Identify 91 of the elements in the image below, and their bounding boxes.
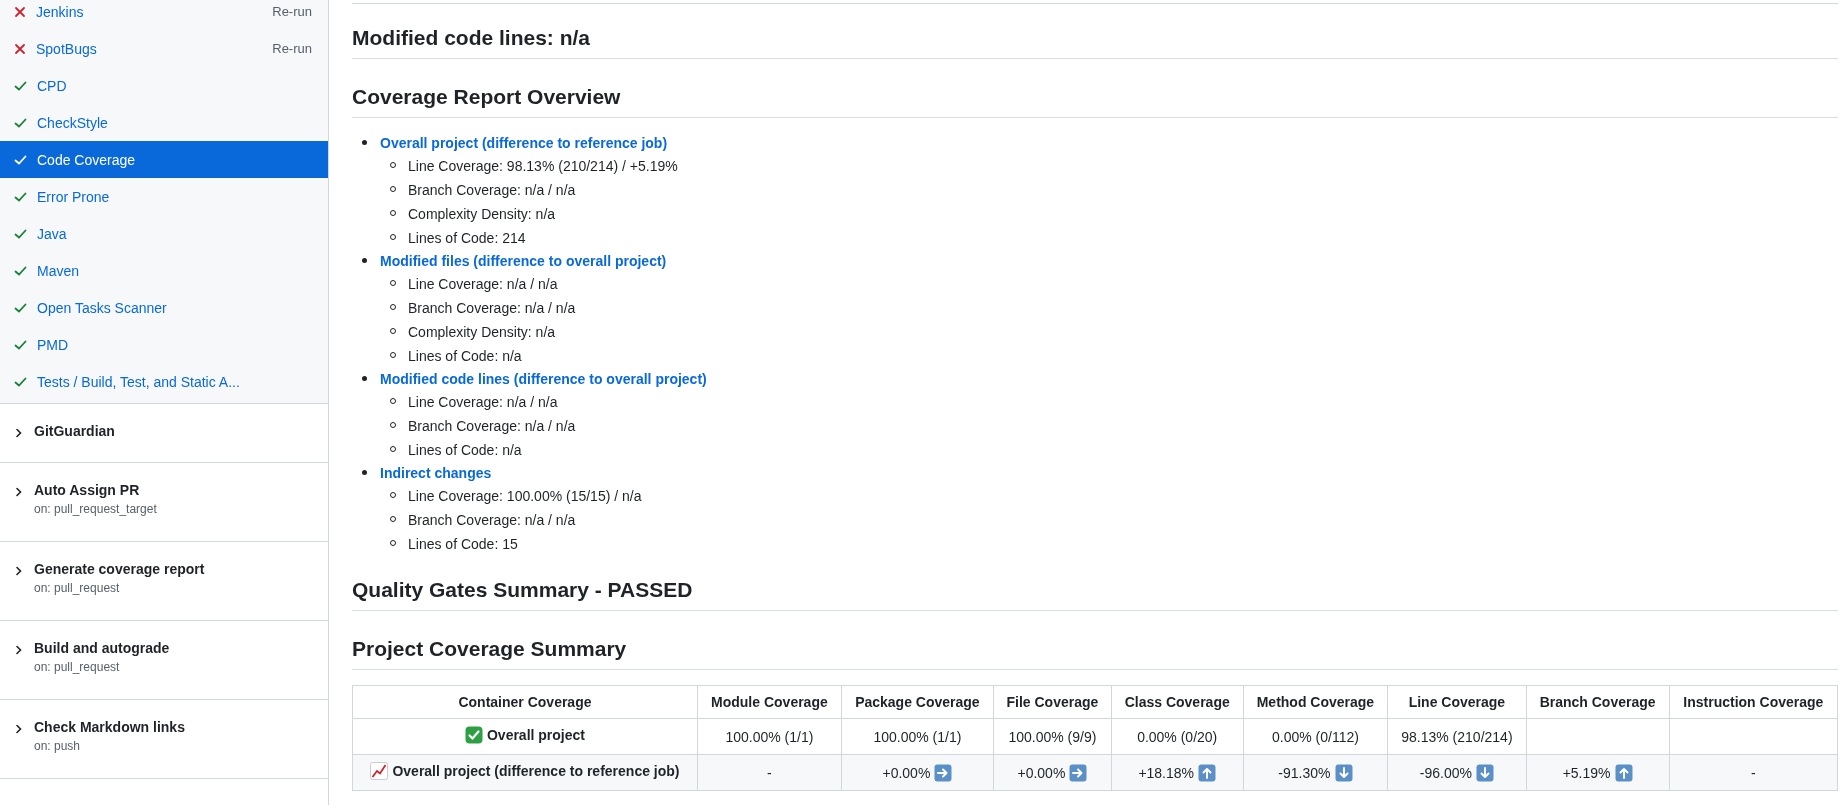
group-link[interactable]: Modified files (difference to overall project) (380, 253, 667, 269)
workflow-trigger: on: push (34, 739, 82, 753)
column-header: Container Coverage (352, 685, 698, 719)
check-item[interactable]: SpotBugs Re-run (0, 30, 328, 67)
section-heading: Project Coverage Summary (352, 637, 627, 660)
check-item[interactable]: Java (0, 215, 328, 252)
chevron-icon[interactable] (14, 645, 24, 655)
bullet (362, 140, 367, 145)
rerun-link[interactable]: Re-run (272, 41, 312, 56)
row-label: Overall project (difference to reference job) (392, 763, 680, 779)
workflow-title[interactable]: Check Markdown links (34, 719, 185, 735)
chevron-icon[interactable] (14, 566, 24, 576)
chevron-icon[interactable] (14, 487, 24, 497)
check-item[interactable]: Tests / Build, Test, and Static A... (0, 363, 328, 400)
column-header: Line Coverage (1387, 685, 1527, 719)
check-icon (14, 338, 27, 351)
column-header: Instruction Coverage (1669, 685, 1838, 719)
column-header: Class Coverage (1111, 685, 1244, 719)
table-cell: +0.00% (1017, 764, 1066, 781)
section-heading: Coverage Report Overview (352, 85, 621, 108)
cross-icon (14, 5, 26, 18)
metric-text: Lines of Code: n/a (408, 348, 522, 364)
check-icon (14, 227, 27, 240)
metric-text: Complexity Density: n/a (408, 324, 556, 340)
check-icon (14, 116, 27, 129)
metric-text: Line Coverage: n/a / n/a (408, 394, 558, 410)
metric-text: Line Coverage: n/a / n/a (408, 276, 558, 292)
table-cell: 100.00% (1/1) (725, 728, 814, 745)
chevron-icon[interactable] (14, 724, 24, 734)
section-heading: Quality Gates Summary - PASSED (352, 578, 693, 601)
check-icon (14, 79, 27, 92)
check-icon (14, 375, 27, 388)
workflow-title[interactable]: Auto Assign PR (34, 482, 157, 498)
check-item[interactable]: Jenkins Re-run (0, 0, 328, 30)
metric-text: Branch Coverage: n/a / n/a (408, 300, 576, 316)
metric-text: Line Coverage: 100.00% (15/15) / n/a (408, 488, 642, 504)
metric-text: Branch Coverage: n/a / n/a (408, 512, 576, 528)
workflow-trigger: on: pull_request (34, 660, 121, 674)
check-icon (14, 301, 27, 314)
metric-text: Branch Coverage: n/a / n/a (408, 182, 576, 198)
workflow-trigger: on: pull_request (34, 581, 121, 595)
table-cell: 100.00% (9/9) (1008, 728, 1097, 745)
check-item[interactable]: CheckStyle (0, 104, 328, 141)
table-cell: -91.30% (1278, 764, 1331, 781)
table-cell: +5.19% (1562, 764, 1611, 781)
check-icon (14, 190, 27, 203)
group-link[interactable]: Indirect changes (380, 465, 492, 481)
bullet (362, 258, 367, 263)
table-cell: -96.00% (1419, 764, 1472, 781)
column-header: File Coverage (993, 685, 1112, 719)
workflow-title[interactable]: GitGuardian (34, 423, 115, 439)
workflow-title[interactable]: Generate coverage report (34, 561, 205, 577)
column-header: Package Coverage (841, 685, 994, 719)
section-heading: Modified code lines: n/a (352, 26, 591, 49)
column-header: Method Coverage (1243, 685, 1388, 719)
check-item[interactable]: Error Prone (0, 178, 328, 215)
metric-text: Lines of Code: 15 (408, 536, 518, 552)
workflow-trigger: on: pull_request_target (34, 502, 157, 516)
cross-icon (14, 42, 26, 55)
check-item[interactable]: Open Tasks Scanner (0, 289, 328, 326)
metric-text: Line Coverage: 98.13% (210/214) / +5.19% (408, 158, 678, 174)
rerun-link[interactable]: Re-run (272, 4, 312, 19)
group-link[interactable]: Overall project (difference to reference job) (380, 135, 668, 151)
column-header: Branch Coverage (1526, 685, 1670, 719)
table-cell: +18.18% (1138, 764, 1195, 781)
table-cell: +0.00% (882, 764, 931, 781)
workflow-title[interactable]: Build and autograde (34, 640, 170, 656)
check-icon (464, 726, 483, 744)
check-item[interactable]: PMD (0, 326, 328, 363)
check-item[interactable]: Code Coverage (0, 141, 328, 178)
check-item[interactable]: Maven (0, 252, 328, 289)
table-cell: 100.00% (1/1) (873, 728, 962, 745)
table-cell: 0.00% (0/20) (1137, 728, 1218, 745)
check-icon (14, 153, 27, 166)
metric-text: Lines of Code: 214 (408, 230, 526, 246)
bullet (362, 470, 367, 475)
chevron-icon[interactable] (14, 428, 24, 438)
table-cell: 0.00% (0/112) (1271, 728, 1359, 745)
check-item[interactable]: CPD (0, 67, 328, 104)
table-cell: - (767, 764, 772, 781)
table-cell: 98.13% (210/214) (1401, 728, 1513, 745)
row-label: Overall project (486, 727, 585, 743)
group-link[interactable]: Modified code lines (difference to overall project) (380, 371, 707, 387)
metric-text: Lines of Code: n/a (408, 442, 522, 458)
bullet (362, 376, 367, 381)
table-cell: - (1751, 764, 1756, 781)
column-header: Module Coverage (697, 685, 842, 719)
check-icon (14, 264, 27, 277)
metric-text: Complexity Density: n/a (408, 206, 556, 222)
metric-text: Branch Coverage: n/a / n/a (408, 418, 576, 434)
chart-icon (370, 762, 389, 780)
